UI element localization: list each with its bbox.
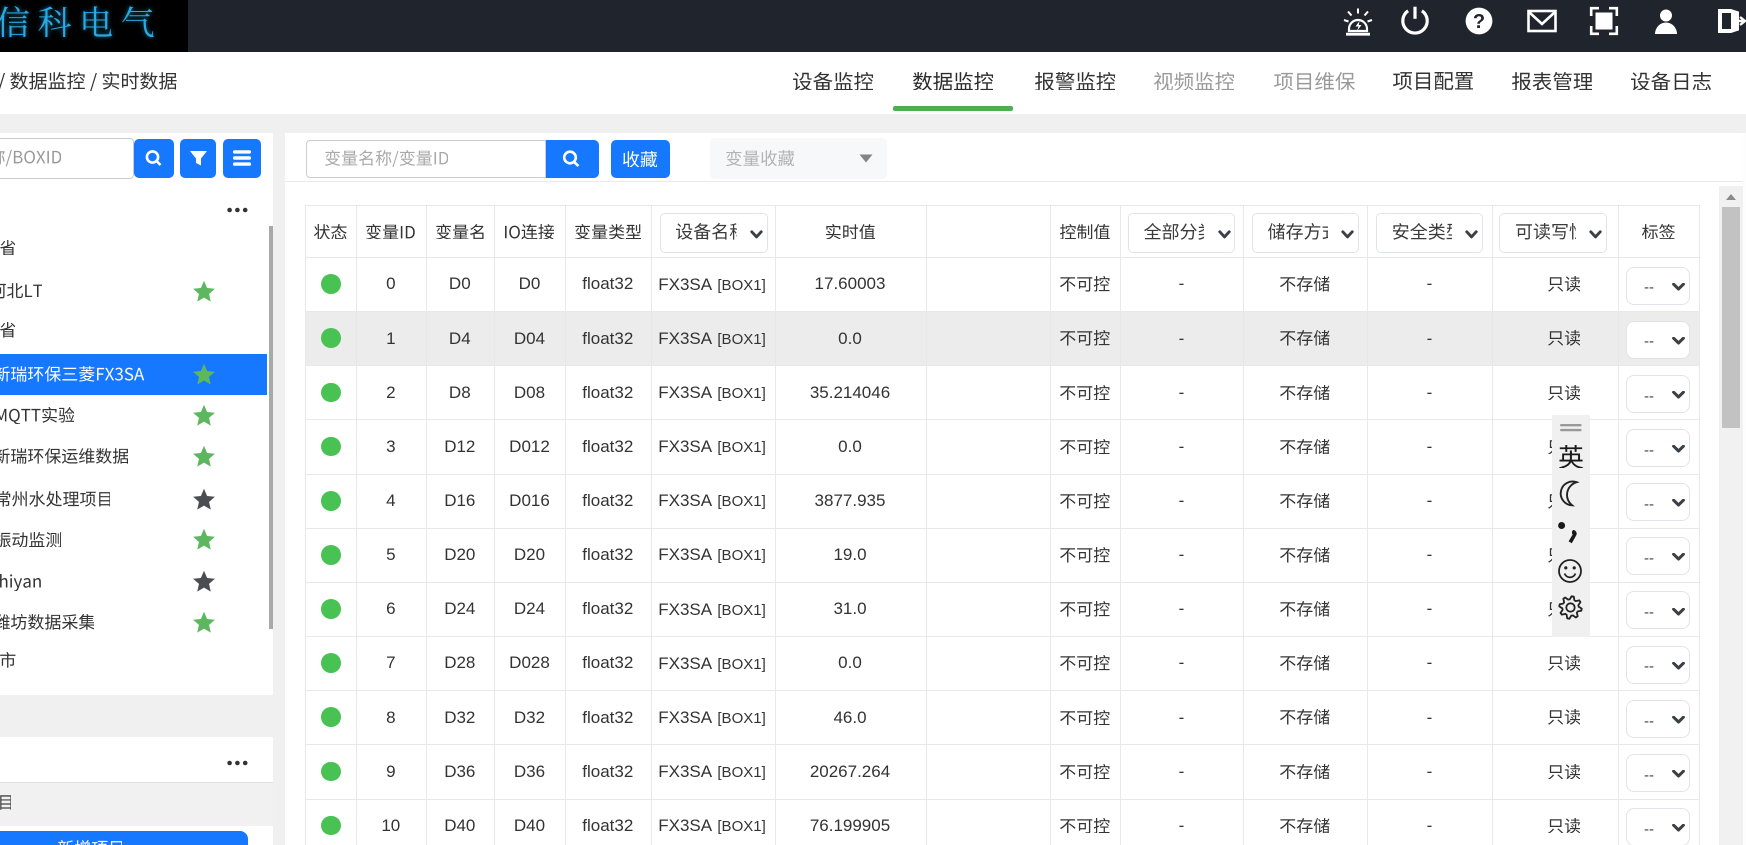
svg-text:?: ? (1472, 11, 1484, 33)
